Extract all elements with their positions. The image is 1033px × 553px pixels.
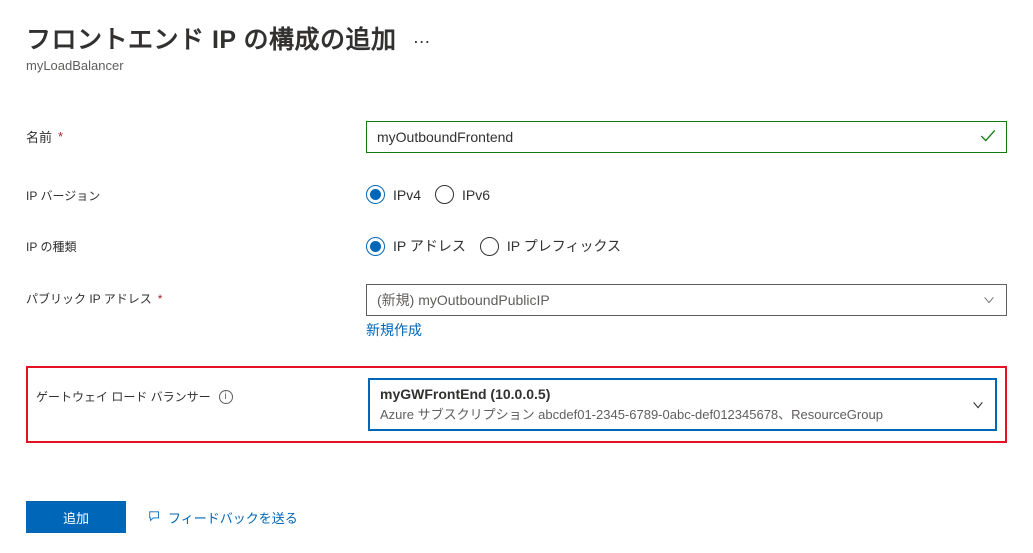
ipv4-radio-label: IPv4 [393, 187, 421, 203]
ip-address-radio-label: IP アドレス [393, 236, 466, 256]
gateway-lb-label: ゲートウェイ ロード バランサー i [36, 378, 368, 405]
ip-version-label: IP バージョン [26, 181, 366, 204]
breadcrumb: myLoadBalancer [26, 58, 1007, 73]
name-input[interactable] [366, 121, 1007, 153]
ip-type-label: IP の種類 [26, 232, 366, 255]
valid-check-icon [979, 127, 997, 148]
ip-address-radio[interactable]: IP アドレス [366, 236, 466, 256]
chevron-down-icon [982, 293, 996, 307]
ipv4-radio[interactable]: IPv4 [366, 185, 421, 204]
public-ip-selected: (新規) myOutboundPublicIP [377, 290, 550, 310]
more-menu-button[interactable]: … [413, 27, 431, 52]
ipv6-radio-label: IPv6 [462, 187, 490, 203]
ipv6-radio[interactable]: IPv6 [435, 185, 490, 204]
info-icon[interactable]: i [219, 390, 233, 404]
public-ip-label: パブリック IP アドレス* [26, 284, 366, 307]
gateway-lb-dropdown[interactable]: myGWFrontEnd (10.0.0.5) Azure サブスクリプション … [368, 378, 997, 431]
gateway-lb-row-highlight: ゲートウェイ ロード バランサー i myGWFrontEnd (10.0.0.… [26, 366, 1007, 443]
gateway-lb-selected-title: myGWFrontEnd (10.0.0.5) [380, 386, 883, 402]
public-ip-dropdown[interactable]: (新規) myOutboundPublicIP [366, 284, 1007, 316]
required-mark: * [158, 292, 163, 306]
ip-prefix-radio[interactable]: IP プレフィックス [480, 236, 621, 256]
ip-prefix-radio-label: IP プレフィックス [507, 236, 621, 256]
chevron-down-icon [971, 398, 985, 412]
send-feedback-link[interactable]: フィードバックを送る [148, 508, 298, 527]
gateway-lb-selected-subtitle: Azure サブスクリプション abcdef01-2345-6789-0abc-… [380, 404, 883, 423]
name-label: 名前* [26, 121, 366, 146]
page-title: フロントエンド IP の構成の追加 [26, 20, 397, 56]
add-button[interactable]: 追加 [26, 501, 126, 533]
send-feedback-label: フィードバックを送る [168, 508, 298, 527]
required-mark: * [58, 129, 63, 144]
create-new-public-ip-link[interactable]: 新規作成 [366, 320, 422, 340]
